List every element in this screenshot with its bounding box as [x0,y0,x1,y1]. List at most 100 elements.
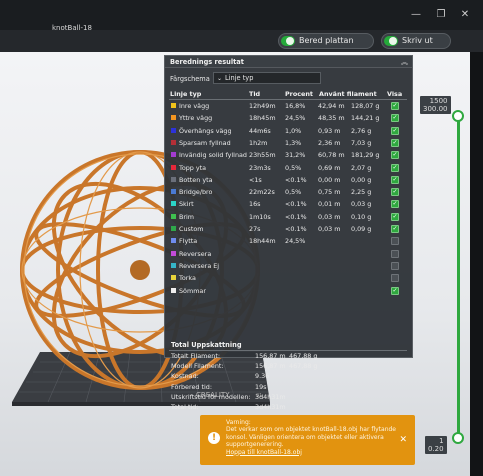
collapse-icon[interactable]: ︽ [401,57,408,67]
warning-text: Varning: Det verkar som om objektet knot… [226,419,396,456]
time-cell: <1s [249,175,262,184]
minimize-button[interactable]: — [409,9,423,21]
color-swatch [171,115,176,121]
slice-plate-button[interactable]: Bered plattan [278,33,374,49]
totals-value-1: 19s [255,382,267,391]
table-row: Sömmar ✓ [165,286,412,296]
filament-length-cell: 0,00 m [318,175,341,184]
percent-cell: <0.1% [285,225,307,233]
table-row: Reversera ✓ [165,249,412,259]
table-row: Skirt 16s <0.1% 0,01 m 0,03 g ✓ [165,199,412,209]
show-checkbox[interactable]: ✓ [391,274,399,283]
layer-slider[interactable] [452,110,464,444]
color-swatch [171,250,176,256]
header-show: Visa [387,90,403,98]
totals-value-2: 467,88 g [289,352,318,360]
show-checkbox[interactable]: ✓ [391,237,399,246]
header-time: Tid [249,90,261,98]
table-row: Flytta 18h44m 24,5% ✓ [165,236,412,246]
layer-slider-track[interactable] [457,112,460,442]
filament-weight-cell: 144,21 g [351,114,380,123]
line-type-name: Sparsam fyllnad [179,138,231,147]
time-cell: 27s [249,225,261,233]
percent-cell: 0,5% [285,188,302,197]
warning-icon: ! [208,432,220,444]
table-row: Brim 1m10s <0.1% 0,03 m 0,10 g ✓ [165,212,412,222]
color-swatch [171,287,176,293]
totals-label: Kostnad: [171,372,199,381]
color-swatch [171,164,176,170]
color-swatch [171,103,176,108]
show-checkbox[interactable]: ✓ [391,175,399,184]
totals-title: Total Uppskattning [171,341,242,349]
totals-value-1: 3d4h31m [255,392,286,401]
filament-length-cell: 0,03 m [318,212,341,221]
time-cell: 23m3s [249,163,271,172]
totals-value-1: 156,87 m [255,352,286,360]
color-scheme-dropdown[interactable]: ⌄ Linje typ [213,72,321,84]
color-swatch [171,262,176,268]
color-swatch [171,213,176,219]
table-row: Torka ✓ [165,273,412,283]
layer-slider-bottom-handle[interactable] [452,432,464,444]
totals-value-1: 156,87 m [255,362,286,371]
filament-length-cell: 0,03 m [318,225,341,233]
totals-row: Utskriftstid för modellen: 3d4h31m [165,392,412,402]
line-type-name: Inre vägg [179,102,210,110]
jump-to-object-link[interactable]: Hoppa till knotBall-18.obj [226,449,396,456]
restore-button[interactable]: ❐ [434,9,448,21]
print-label: Skriv ut [402,36,433,45]
title-bar: knotBall-18 — ❐ ✕ [0,0,483,34]
show-checkbox[interactable]: ✓ [391,163,399,172]
table-row: Invändig solid fyllnad 23h55m 31,2% 60,78 m… [165,150,412,160]
percent-cell: 1,0% [285,126,302,135]
table-row: Topp yta 23m3s 0,5% 0,69 m 2,07 g ✓ [165,163,412,173]
percent-cell: <0.1% [285,212,307,221]
warning-body: Det verkar som om objektet knotBall-18.o… [226,426,396,449]
print-toggle-icon [384,36,398,46]
slicing-result-panel: Berednings resultat ︽ Färgschema ⌄ Linje … [164,55,413,411]
warning-close-icon[interactable]: ✕ [399,435,407,445]
chevron-down-icon: ⌄ [217,75,223,82]
filament-length-cell: 60,78 m [318,151,345,160]
percent-cell: 16,8% [285,102,306,110]
show-checkbox[interactable]: ✓ [391,249,399,258]
line-type-name: Brim [179,212,195,221]
totals-value-1: 3d4h31m [255,403,286,411]
warning-toast: ! Varning: Det verkar som om objektet kn… [200,415,415,465]
totals-label: Utskriftstid för modellen: [171,392,251,401]
show-checkbox[interactable]: ✓ [391,225,399,233]
print-button[interactable]: Skriv ut [381,33,451,49]
show-checkbox[interactable]: ✓ [391,188,399,197]
show-checkbox[interactable]: ✓ [391,114,399,123]
knot-ball-core [130,260,150,280]
color-swatch [171,152,176,158]
totals-row: Total tid: 3d4h31m [165,402,412,412]
totals-label: Totalt Filament: [171,352,221,360]
show-checkbox[interactable]: ✓ [391,151,399,160]
percent-cell: <0.1% [285,175,307,184]
show-checkbox[interactable]: ✓ [391,138,399,147]
filament-weight-cell: 7,03 g [351,138,372,147]
color-swatch [171,139,176,145]
totals-value-2: 467,88 g [289,362,318,371]
close-button[interactable]: ✕ [458,9,472,21]
filament-weight-cell: 0,10 g [351,212,372,221]
header-filament: Använt filament [319,90,377,98]
show-checkbox[interactable]: ✓ [391,102,399,110]
filament-weight-cell: 2,07 g [351,163,372,172]
filament-weight-cell: 128,07 g [351,102,380,110]
layer-slider-top-label: 1500 300.00 [420,96,451,114]
show-checkbox[interactable]: ✓ [391,200,399,209]
show-checkbox[interactable]: ✓ [391,286,399,295]
show-checkbox[interactable]: ✓ [391,126,399,135]
line-type-name: Reversera Ej [179,261,220,270]
panel-header: Berednings resultat ︽ [165,56,412,68]
layer-slider-top-handle[interactable] [452,110,464,122]
show-checkbox[interactable]: ✓ [391,261,399,270]
table-row: Sparsam fyllnad 1h2m 1,3% 2,36 m 7,03 g ✓ [165,138,412,148]
show-checkbox[interactable]: ✓ [391,212,399,221]
line-type-name: Sömmar [179,286,206,295]
table-row: Reversera Ej ✓ [165,261,412,271]
filament-length-cell: 2,36 m [318,138,341,147]
